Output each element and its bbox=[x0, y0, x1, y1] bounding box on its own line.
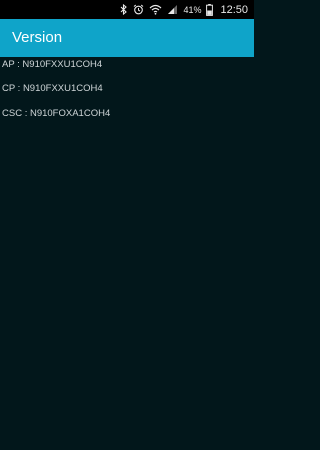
ap-version: AP : N910FXXU1COH4 bbox=[2, 59, 103, 70]
page-title: Version bbox=[12, 29, 63, 46]
clock: 12:50 bbox=[220, 3, 248, 16]
status-bar: 41% 12:50 bbox=[0, 0, 254, 19]
app-bar: Version bbox=[0, 19, 254, 57]
csc-version: CSC : N910FOXA1COH4 bbox=[2, 108, 111, 119]
bluetooth-icon bbox=[120, 4, 128, 15]
signal-icon bbox=[167, 4, 178, 15]
status-icons: 41% 12:50 bbox=[120, 0, 254, 19]
cp-version: CP : N910FXXU1COH4 bbox=[2, 83, 103, 94]
wifi-icon bbox=[149, 4, 162, 15]
battery-icon bbox=[206, 3, 214, 16]
battery-percent: 41% bbox=[183, 4, 202, 15]
alarm-icon bbox=[133, 4, 144, 15]
